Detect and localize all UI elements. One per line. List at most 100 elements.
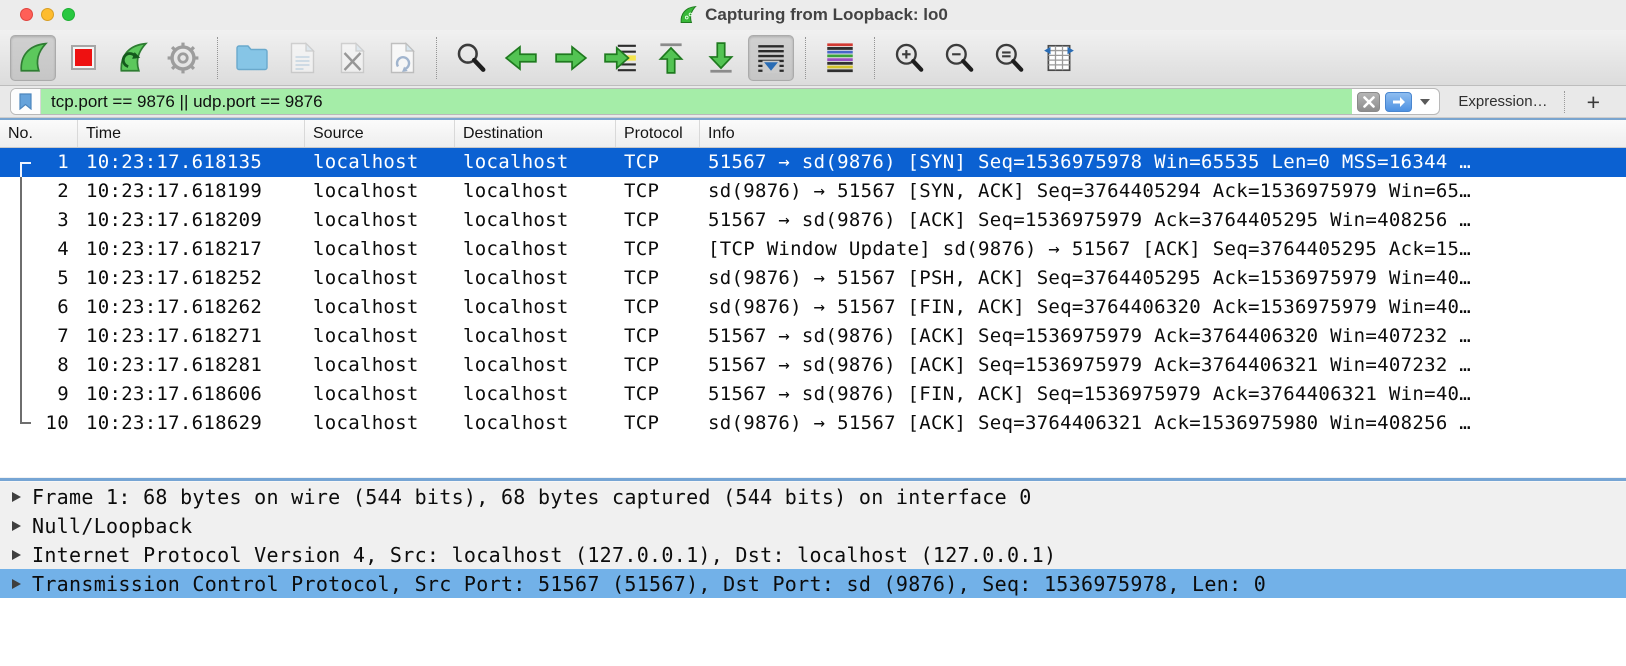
wireshark-fin-icon — [678, 5, 698, 25]
window-title-group: Capturing from Loopback: lo0 — [0, 0, 1626, 30]
display-filter-input[interactable] — [41, 89, 1352, 114]
expand-triangle-icon[interactable] — [12, 579, 21, 589]
conversation-bracket — [20, 177, 31, 424]
window-title: Capturing from Loopback: lo0 — [705, 5, 948, 25]
packet-row[interactable]: 8 10:23:17.618281 localhost localhost TC… — [0, 351, 1626, 380]
column-header-time[interactable]: Time — [78, 120, 305, 147]
go-forward-button[interactable] — [548, 35, 594, 81]
column-header-source[interactable]: Source — [305, 120, 455, 147]
cell-source: localhost — [305, 148, 455, 177]
expand-triangle-icon[interactable] — [12, 492, 21, 502]
restart-capture-icon — [116, 41, 150, 75]
cell-time: 10:23:17.618209 — [78, 206, 305, 235]
reload-file-button[interactable] — [379, 35, 425, 81]
main-toolbar — [0, 30, 1626, 86]
go-to-packet-button[interactable] — [598, 35, 644, 81]
go-last-packet-button[interactable] — [698, 35, 744, 81]
zoom-original-button[interactable] — [986, 35, 1032, 81]
cell-no: 6 — [0, 293, 78, 322]
detail-row-label: Frame 1: 68 bytes on wire (544 bits), 68… — [32, 485, 1032, 509]
packet-row[interactable]: 7 10:23:17.618271 localhost localhost TC… — [0, 322, 1626, 351]
arrow-up-bar-icon — [654, 41, 688, 75]
column-header-destination[interactable]: Destination — [455, 120, 616, 147]
conversation-bracket-top — [20, 162, 31, 177]
cell-info: 51567 → sd(9876) [ACK] Seq=1536975979 Ac… — [700, 351, 1626, 380]
cell-source: localhost — [305, 322, 455, 351]
display-filter-field — [10, 88, 1440, 115]
packet-row[interactable]: 2 10:23:17.618199 localhost localhost TC… — [0, 177, 1626, 206]
zoom-in-button[interactable] — [886, 35, 932, 81]
restart-capture-button[interactable] — [110, 35, 156, 81]
close-file-button[interactable] — [329, 35, 375, 81]
detail-row-frame[interactable]: Frame 1: 68 bytes on wire (544 bits), 68… — [0, 482, 1626, 511]
resize-columns-icon — [1042, 41, 1076, 75]
cell-source: localhost — [305, 235, 455, 264]
cell-no: 3 — [0, 206, 78, 235]
cell-no: 1 — [0, 148, 78, 177]
cell-time: 10:23:17.618606 — [78, 380, 305, 409]
filter-bar: Expression… + — [0, 86, 1626, 118]
cell-source: localhost — [305, 206, 455, 235]
cell-info: sd(9876) → 51567 [ACK] Seq=3764406321 Ac… — [700, 409, 1626, 438]
cell-source: localhost — [305, 293, 455, 322]
zoom-out-icon — [942, 41, 976, 75]
packet-row[interactable]: 1 10:23:17.618135 localhost localhost TC… — [0, 148, 1626, 177]
cell-info: [TCP Window Update] sd(9876) → 51567 [AC… — [700, 235, 1626, 264]
go-back-button[interactable] — [498, 35, 544, 81]
cell-no: 8 — [0, 351, 78, 380]
detail-row-tcp[interactable]: Transmission Control Protocol, Src Port:… — [0, 569, 1626, 598]
stop-capture-button[interactable] — [60, 35, 106, 81]
column-header-info[interactable]: Info — [700, 120, 1626, 147]
cell-protocol: TCP — [616, 351, 700, 380]
packet-list-body: 1 10:23:17.618135 localhost localhost TC… — [0, 148, 1626, 477]
cell-protocol: TCP — [616, 322, 700, 351]
filter-apply-button[interactable] — [1385, 92, 1412, 112]
column-header-protocol[interactable]: Protocol — [616, 120, 700, 147]
add-filter-button[interactable]: + — [1587, 92, 1600, 112]
expand-triangle-icon[interactable] — [12, 521, 21, 531]
filter-clear-button[interactable] — [1357, 92, 1380, 112]
packet-row[interactable]: 9 10:23:17.618606 localhost localhost TC… — [0, 380, 1626, 409]
cell-protocol: TCP — [616, 235, 700, 264]
packet-row[interactable]: 6 10:23:17.618262 localhost localhost TC… — [0, 293, 1626, 322]
cell-source: localhost — [305, 380, 455, 409]
expression-button[interactable]: Expression… — [1458, 93, 1547, 110]
open-file-button[interactable] — [229, 35, 275, 81]
cell-destination: localhost — [455, 235, 616, 264]
close-file-icon — [339, 42, 366, 74]
packet-row[interactable]: 3 10:23:17.618209 localhost localhost TC… — [0, 206, 1626, 235]
cell-time: 10:23:17.618252 — [78, 264, 305, 293]
filter-bookmark-button[interactable] — [11, 89, 41, 114]
packet-row[interactable]: 4 10:23:17.618217 localhost localhost TC… — [0, 235, 1626, 264]
packet-row[interactable]: 10 10:23:17.618629 localhost localhost T… — [0, 409, 1626, 438]
expand-triangle-icon[interactable] — [12, 550, 21, 560]
cell-destination: localhost — [455, 148, 616, 177]
toolbar-separator — [874, 37, 875, 79]
go-first-packet-button[interactable] — [648, 35, 694, 81]
cell-destination: localhost — [455, 351, 616, 380]
go-to-packet-icon — [604, 41, 638, 75]
gear-icon — [166, 41, 200, 75]
save-file-button[interactable] — [279, 35, 325, 81]
wireshark-window: Capturing from Loopback: lo0 — [0, 0, 1626, 666]
filter-history-dropdown[interactable] — [1420, 99, 1430, 105]
resize-columns-button[interactable] — [1036, 35, 1082, 81]
start-capture-button[interactable] — [10, 35, 56, 81]
column-header-no[interactable]: No. — [0, 120, 78, 147]
cell-time: 10:23:17.618135 — [78, 148, 305, 177]
cell-destination: localhost — [455, 177, 616, 206]
cell-time: 10:23:17.618199 — [78, 177, 305, 206]
stop-icon — [71, 45, 96, 70]
detail-row-label: Internet Protocol Version 4, Src: localh… — [32, 543, 1056, 567]
cell-protocol: TCP — [616, 293, 700, 322]
packet-row[interactable]: 5 10:23:17.618252 localhost localhost TC… — [0, 264, 1626, 293]
capture-options-button[interactable] — [160, 35, 206, 81]
auto-scroll-button[interactable] — [748, 35, 794, 81]
detail-row-ip[interactable]: Internet Protocol Version 4, Src: localh… — [0, 540, 1626, 569]
zoom-out-button[interactable] — [936, 35, 982, 81]
find-packet-button[interactable] — [448, 35, 494, 81]
cell-info: sd(9876) → 51567 [FIN, ACK] Seq=37644063… — [700, 293, 1626, 322]
colorize-packets-button[interactable] — [817, 35, 863, 81]
detail-row-linktype[interactable]: Null/Loopback — [0, 511, 1626, 540]
cell-destination: localhost — [455, 293, 616, 322]
